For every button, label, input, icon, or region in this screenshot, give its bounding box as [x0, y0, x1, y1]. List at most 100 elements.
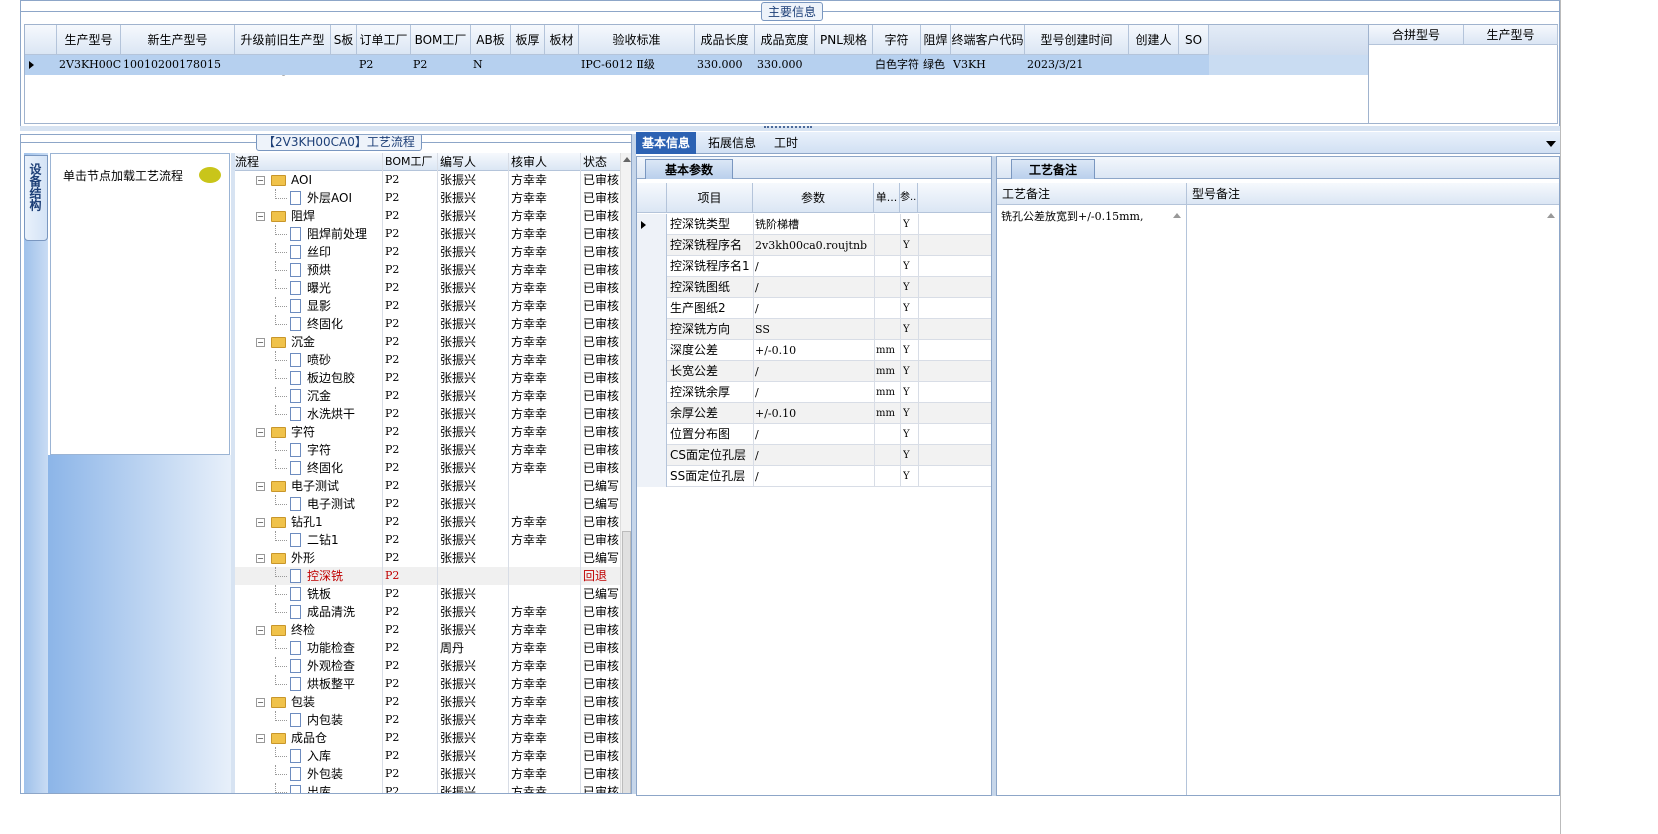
col-header[interactable]: 字符: [873, 25, 921, 55]
tree-row[interactable]: 阻焊前处理 P2 张振兴 方幸幸 已审核: [235, 225, 620, 243]
tree-col-status[interactable]: 状态: [583, 153, 620, 171]
tree-row[interactable]: − 沉金 P2 张振兴 方幸幸 已审核: [235, 333, 620, 351]
tree-col-reviewer[interactable]: 核审人: [511, 153, 579, 171]
tree-row[interactable]: − 成品仓 P2 张振兴 方幸幸 已审核: [235, 729, 620, 747]
params-col-flag[interactable]: 参...: [900, 183, 918, 213]
tree-row[interactable]: 字符 P2 张振兴 方幸幸 已审核: [235, 441, 620, 459]
expand-collapse-icon[interactable]: −: [256, 626, 265, 635]
tree-row[interactable]: − 字符 P2 张振兴 方幸幸 已审核: [235, 423, 620, 441]
params-row[interactable]: SS面定位孔层 / Y: [637, 466, 991, 487]
tab-work-hours[interactable]: 工时: [774, 132, 798, 154]
col-header[interactable]: 成品宽度: [755, 25, 815, 55]
col-header[interactable]: SO: [1179, 25, 1209, 55]
tree-row[interactable]: − 终检 P2 张振兴 方幸幸 已审核: [235, 621, 620, 639]
tree-col-bom[interactable]: BOM工厂: [385, 153, 435, 171]
tree-row[interactable]: 丝印 P2 张振兴 方幸幸 已审核: [235, 243, 620, 261]
tree-row[interactable]: 预烘 P2 张振兴 方幸幸 已审核: [235, 261, 620, 279]
col-header[interactable]: S板: [331, 25, 357, 55]
notes-tab[interactable]: 工艺备注: [1011, 159, 1095, 179]
expand-collapse-icon[interactable]: −: [256, 518, 265, 527]
params-col-unit[interactable]: 单...: [874, 183, 900, 213]
col-header[interactable]: BOM工厂: [411, 25, 471, 55]
params-row[interactable]: 位置分布图 / Y: [637, 424, 991, 445]
params-row[interactable]: 生产图纸2 / Y: [637, 298, 991, 319]
expand-collapse-icon[interactable]: −: [256, 212, 265, 221]
expand-collapse-icon[interactable]: −: [256, 428, 265, 437]
tree-row[interactable]: 显影 P2 张振兴 方幸幸 已审核: [235, 297, 620, 315]
params-row[interactable]: 控深铣方向 SS Y: [637, 319, 991, 340]
expand-collapse-icon[interactable]: −: [256, 176, 265, 185]
params-row[interactable]: 余厚公差 +/-0.10 mm Y: [637, 403, 991, 424]
tab-dropdown-icon[interactable]: [1546, 141, 1556, 147]
col-header[interactable]: 阻焊: [921, 25, 951, 55]
params-row[interactable]: 控深铣图纸 / Y: [637, 277, 991, 298]
tree-row[interactable]: 内包装 P2 张振兴 方幸幸 已审核: [235, 711, 620, 729]
expand-collapse-icon[interactable]: −: [256, 698, 265, 707]
tree-row[interactable]: 外包装 P2 张振兴 方幸幸 已审核: [235, 765, 620, 783]
notes-model-header[interactable]: 型号备注: [1187, 183, 1559, 205]
col-header[interactable]: 板材: [545, 25, 579, 55]
expand-collapse-icon[interactable]: −: [256, 338, 265, 347]
expand-collapse-icon[interactable]: −: [256, 734, 265, 743]
tree-scrollbar[interactable]: [620, 153, 631, 793]
expand-collapse-icon[interactable]: −: [256, 482, 265, 491]
tree-row[interactable]: − AOI P2 张振兴 方幸幸 已审核: [235, 171, 620, 189]
col-header[interactable]: PNL规格: [815, 25, 873, 55]
params-tab[interactable]: 基本参数: [645, 159, 733, 179]
tree-row[interactable]: 电子测试 P2 张振兴 已编写: [235, 495, 620, 513]
col-header[interactable]: 订单工厂: [357, 25, 411, 55]
params-row[interactable]: 控深铣程序名 2v3kh00ca0.roujtnb Y: [637, 235, 991, 256]
expand-collapse-icon[interactable]: −: [256, 554, 265, 563]
tree-row[interactable]: − 外形 P2 张振兴 已编写: [235, 549, 620, 567]
tree-row[interactable]: − 包装 P2 张振兴 方幸幸 已审核: [235, 693, 620, 711]
tree-row[interactable]: 铣板 P2 张振兴 已编写: [235, 585, 620, 603]
params-row[interactable]: 控深铣类型 铣阶梯槽 Y: [637, 214, 991, 235]
tree-row[interactable]: 沉金 P2 张振兴 方幸幸 已审核: [235, 387, 620, 405]
tree-row[interactable]: 终固化 P2 张振兴 方幸幸 已审核: [235, 315, 620, 333]
notes-process-header[interactable]: 工艺备注: [997, 183, 1187, 205]
model-note-textarea[interactable]: [1187, 205, 1559, 795]
params-col-value[interactable]: 参数: [753, 183, 874, 213]
tree-row[interactable]: 喷砂 P2 张振兴 方幸幸 已审核: [235, 351, 620, 369]
col-header[interactable]: 生产型号: [57, 25, 121, 55]
tree-col-writer[interactable]: 编写人: [440, 153, 508, 171]
tree-row[interactable]: − 阻焊 P2 张振兴 方幸幸 已审核: [235, 207, 620, 225]
col-header[interactable]: 验收标准: [579, 25, 695, 55]
tree-row[interactable]: 外层AOI P2 张振兴 方幸幸 已审核: [235, 189, 620, 207]
col-header[interactable]: 创建人: [1129, 25, 1179, 55]
model-col-header[interactable]: 生产型号: [1464, 25, 1558, 45]
tree-row[interactable]: 烘板整平 P2 张振兴 方幸幸 已审核: [235, 675, 620, 693]
scroll-up-icon[interactable]: [623, 157, 631, 162]
tree-row[interactable]: 外观检查 P2 张振兴 方幸幸 已审核: [235, 657, 620, 675]
params-row[interactable]: 控深铣余厚 / mm Y: [637, 382, 991, 403]
col-header[interactable]: 板厚: [511, 25, 545, 55]
tree-row[interactable]: 二钻1 P2 张振兴 方幸幸 已审核: [235, 531, 620, 549]
col-header[interactable]: AB板: [471, 25, 511, 55]
merge-col-header[interactable]: 合拼型号: [1369, 25, 1464, 45]
tree-row[interactable]: 功能检查 P2 周丹 方幸幸 已审核: [235, 639, 620, 657]
params-row[interactable]: 长宽公差 / mm Y: [637, 361, 991, 382]
tree-row[interactable]: 曝光 P2 张振兴 方幸幸 已审核: [235, 279, 620, 297]
tree-row[interactable]: − 电子测试 P2 张振兴 已编写: [235, 477, 620, 495]
tab-basic-info[interactable]: 基本信息: [636, 132, 697, 154]
tree-col-flow[interactable]: 流程: [235, 153, 381, 171]
params-row[interactable]: CS面定位孔层 / Y: [637, 445, 991, 466]
tree-row[interactable]: 入库 P2 张振兴 方幸幸 已审核: [235, 747, 620, 765]
tree-row[interactable]: 成品清洗 P2 张振兴 方幸幸 已审核: [235, 603, 620, 621]
col-header[interactable]: 成品长度: [695, 25, 755, 55]
col-header[interactable]: 型号创建时间: [1025, 25, 1129, 55]
col-header[interactable]: 终端客户代码: [951, 25, 1025, 55]
tab-extended-info[interactable]: 拓展信息: [708, 132, 756, 154]
tree-row[interactable]: 控深铣 P2 回退: [235, 567, 620, 585]
model-note-scroll-up-icon[interactable]: [1547, 213, 1555, 218]
tree-row[interactable]: 板边包胶 P2 张振兴 方幸幸 已审核: [235, 369, 620, 387]
params-row[interactable]: 控深铣程序名1 / Y: [637, 256, 991, 277]
tree-row[interactable]: − 钻孔1 P2 张振兴 方幸幸 已审核: [235, 513, 620, 531]
tree-row[interactable]: 出库 P2 张振兴 方幸幸 已审核: [235, 783, 620, 793]
process-note-textarea[interactable]: 铣孔公差放宽到+/-0.15mm,: [997, 205, 1187, 795]
params-row[interactable]: 深度公差 +/-0.10 mm Y: [637, 340, 991, 361]
col-header[interactable]: 新生产型号: [121, 25, 235, 55]
params-col-item[interactable]: 项目: [667, 183, 753, 213]
note-scroll-up-icon[interactable]: [1173, 213, 1181, 218]
tree-row[interactable]: 水洗烘干 P2 张振兴 方幸幸 已审核: [235, 405, 620, 423]
